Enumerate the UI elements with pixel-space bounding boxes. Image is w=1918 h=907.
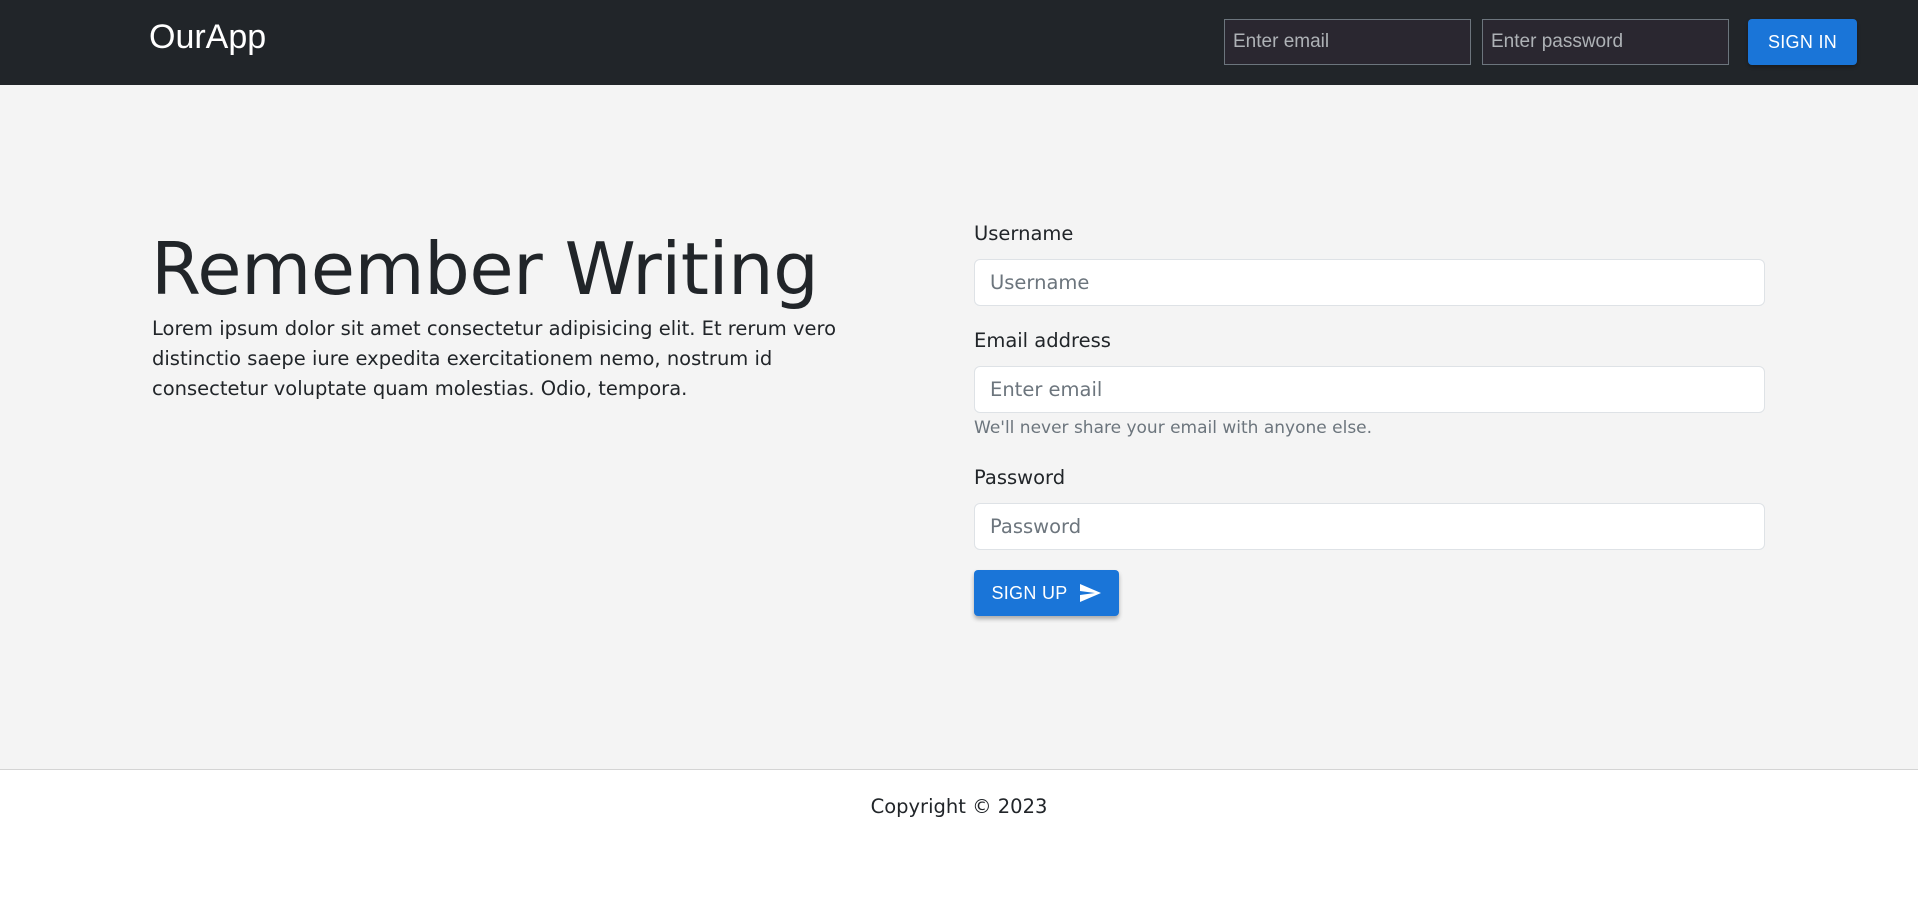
hero-title: Remember Writing <box>151 227 819 311</box>
email-help-text: We'll never share your email with anyone… <box>974 418 1373 438</box>
email-input[interactable] <box>974 366 1765 413</box>
header-password-input[interactable] <box>1482 19 1729 65</box>
copyright-text: Copyright © 2023 <box>870 795 1048 818</box>
password-label: Password <box>974 466 1066 489</box>
email-label: Email address <box>974 329 1111 352</box>
navbar: OurApp SIGN IN <box>0 0 1918 85</box>
sign-up-button[interactable]: SIGN UP <box>974 570 1119 616</box>
hero-text: Lorem ipsum dolor sit amet consectetur a… <box>152 317 837 400</box>
sign-in-button[interactable]: SIGN IN <box>1748 19 1857 65</box>
sign-up-label: SIGN UP <box>991 582 1068 603</box>
header-email-input[interactable] <box>1224 19 1471 65</box>
username-label: Username <box>974 222 1074 245</box>
brand-logo[interactable]: OurApp <box>149 18 266 57</box>
main-content: Remember Writing Lorem ipsum dolor sit a… <box>0 85 1918 770</box>
username-input[interactable] <box>974 259 1765 306</box>
send-icon <box>1078 581 1102 605</box>
password-input[interactable] <box>974 503 1765 550</box>
footer: Copyright © 2023 <box>0 770 1918 907</box>
